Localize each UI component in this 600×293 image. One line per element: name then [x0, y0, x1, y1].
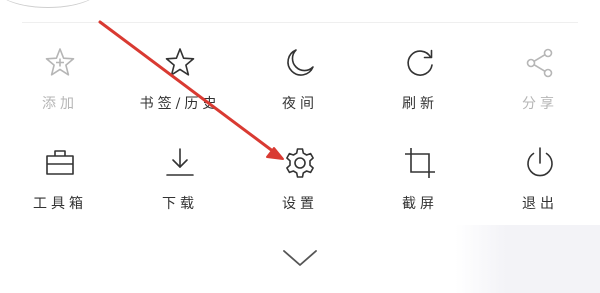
background-shade	[455, 225, 600, 293]
menu-item-label: 下载	[162, 196, 198, 212]
collapse-button[interactable]	[280, 243, 320, 271]
menu-item-refresh[interactable]: 刷新	[375, 45, 465, 125]
toolbox-icon	[42, 145, 78, 181]
star-plus-icon	[42, 45, 78, 81]
moon-icon	[282, 45, 318, 81]
menu-item-exit[interactable]: 退出	[495, 145, 585, 225]
menu-item-settings[interactable]: 设置	[255, 145, 345, 225]
menu-item-night[interactable]: 夜间	[255, 45, 345, 125]
menu-item-add[interactable]: 添加	[15, 45, 105, 125]
menu-top-edge	[0, 0, 600, 24]
menu-item-label: 分享	[522, 96, 558, 112]
menu-item-download[interactable]: 下载	[135, 145, 225, 225]
menu-item-label: 夜间	[282, 96, 318, 112]
refresh-icon	[402, 45, 438, 81]
chevron-down-icon	[283, 250, 317, 266]
share-icon	[522, 45, 558, 81]
gear-icon	[282, 145, 318, 181]
menu-item-share[interactable]: 分享	[495, 45, 585, 125]
menu-item-bookmarks[interactable]: 书签/历史	[135, 45, 225, 125]
menu-item-tools[interactable]: 工具箱	[15, 145, 105, 225]
menu-item-label: 退出	[522, 196, 558, 212]
download-icon	[162, 145, 198, 181]
power-icon	[522, 145, 558, 181]
menu-item-label: 设置	[282, 196, 318, 212]
menu-item-label: 添加	[42, 96, 78, 112]
menu-item-label: 书签/历史	[139, 96, 221, 112]
divider	[22, 22, 578, 23]
menu-item-label: 刷新	[402, 96, 438, 112]
crop-icon	[402, 145, 438, 181]
menu-item-label: 工具箱	[33, 196, 87, 212]
menu-item-label: 截屏	[402, 196, 438, 212]
star-icon	[162, 45, 198, 81]
menu-item-screenshot[interactable]: 截屏	[375, 145, 465, 225]
menu-grid: 添加 书签/历史 夜间 刷新 分享 工具箱 下载 设置 截屏 退出	[0, 45, 600, 225]
avatar-edge	[0, 0, 100, 8]
